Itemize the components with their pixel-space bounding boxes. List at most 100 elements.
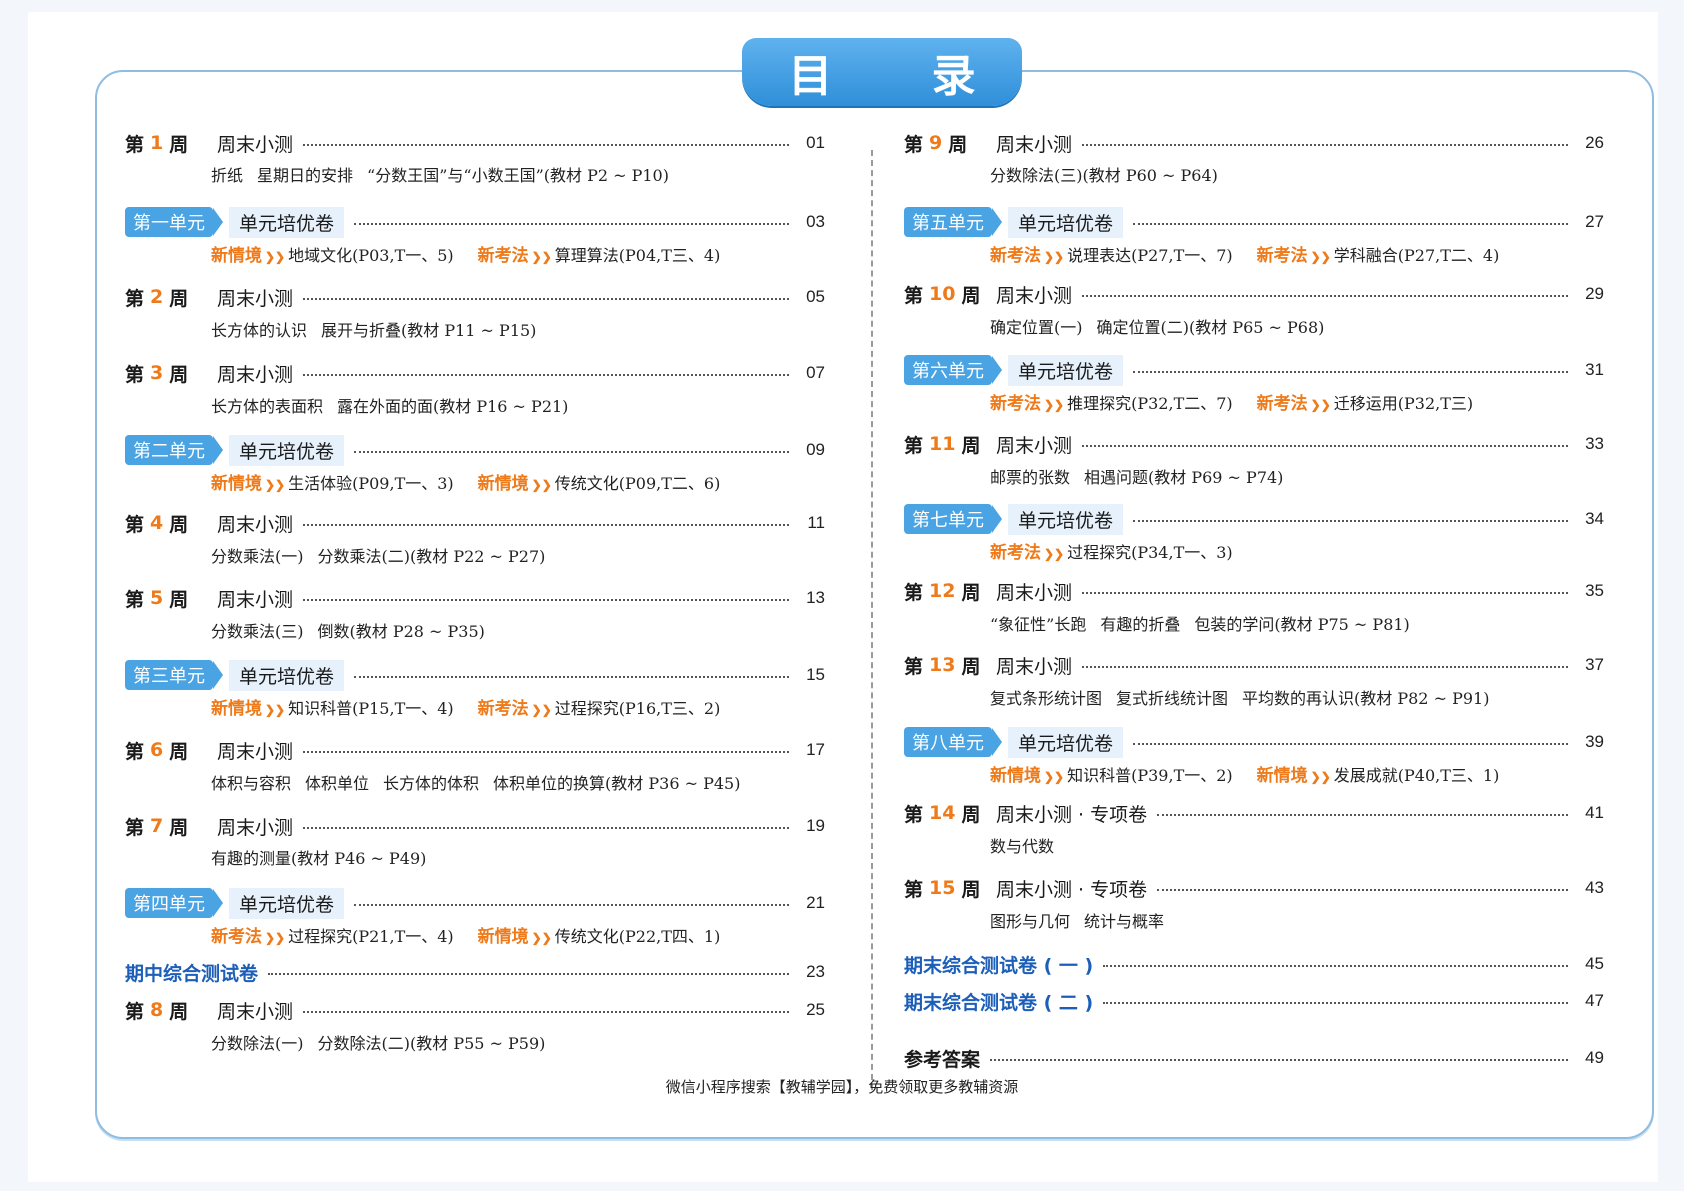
footer-note: 微信小程序搜索【教辅学园】，免费领取更多教辅资源 [665,1078,1019,1096]
feature-tag: 新情境 [211,699,262,719]
feature-detail: 知识科普(P39,T一、2) [1067,766,1233,785]
week-number: 4 [150,512,164,534]
toc-entry-w4[interactable]: 第 4 周周末小测 11 [125,508,825,538]
toc-entry-w3[interactable]: 第 3 周周末小测 07 [125,358,825,388]
week-suffix: 周 [169,1000,189,1023]
feature-detail: 算理算法(P04,T三、4) [554,246,721,265]
page-number: 07 [806,363,825,382]
week-suffix: 周 [961,803,981,826]
toc-entry-u7[interactable]: 第七单元 单元培优卷 34 [904,503,1604,535]
entry-title: 期末综合测试卷 ( 二 ) [904,991,1094,1014]
toc-entry-u3[interactable]: 第三单元 单元培优卷 15 [125,659,825,691]
page-number: 26 [1585,133,1604,152]
column-divider [871,150,873,1090]
leader-dots [1133,223,1568,225]
week-number: 8 [150,999,164,1021]
toc-entry-u8[interactable]: 第八单元 单元培优卷 39 [904,726,1604,758]
subtopic: 统计与概率 [1084,912,1165,931]
toc-entry-u6[interactable]: 第六单元 单元培优卷 31 [904,354,1604,386]
page-number: 49 [1585,1048,1604,1067]
toc-entry-mid[interactable]: 期中综合测试卷 23 [125,957,825,987]
toc-entry-u5[interactable]: 第五单元 单元培优卷 27 [904,206,1604,238]
unit-title: 单元培优卷 [1008,503,1124,535]
toc-entry-w14[interactable]: 第 14 周周末小测 · 专项卷 41 [904,798,1604,828]
entry-subtitle: 体积与容积 体积单位 长方体的体积 体积单位的换算(教材 P36 ~ P45) [211,770,740,796]
week-label: 第7周 [125,813,217,840]
entry-subtitle: 有趣的测量(教材 P46 ~ P49) [211,845,426,871]
week-number: 12 [929,580,956,602]
toc-entry-w8[interactable]: 第 8 周周末小测 25 [125,995,825,1025]
badge-arrow-icon [213,661,223,689]
feature-detail: 知识科普(P15,T一、4) [288,699,454,718]
subtopic: 分数乘法(三) [211,622,304,641]
entry-title: 周末小测 · 专项卷 [996,803,1148,826]
week-number: 11 [929,433,956,455]
toc-entry-u4[interactable]: 第四单元 单元培优卷 21 [125,887,825,919]
toc-entry-w2[interactable]: 第 2 周周末小测 05 [125,282,825,312]
subtopic: 体积单位的换算(教材 P36 ~ P45) [493,774,741,793]
unit-badge: 第一单元 [125,207,213,237]
week-suffix: 周 [948,133,968,156]
feature-tag: 新情境 [211,474,262,494]
feature-tag: 新情境 [1256,766,1308,786]
subtopic: “象征性”长跑 [990,615,1087,634]
feature-tag: 新考法 [990,246,1041,266]
subtopic: 图形与几何 [990,912,1071,931]
toc-entry-w10[interactable]: 第 10 周周末小测 29 [904,279,1604,309]
subtopic: 有趣的测量(教材 P46 ~ P49) [211,849,427,868]
toc-entry-w11[interactable]: 第 11 周周末小测 33 [904,429,1604,459]
entry-subtitle: 分数乘法(三) 倒数(教材 P28 ~ P35) [211,618,485,644]
toc-entry-w6[interactable]: 第 6 周周末小测 17 [125,735,825,765]
entry-title: 参考答案 [904,1048,981,1071]
double-chevron-icon: ❯❯ [265,250,286,264]
entry-subtitle: 新考法 ❯❯ 说理表达(P27,T一、7) 新考法 ❯❯ 学科融合(P27,T二、4) [990,241,1499,267]
subtopic: 确定位置(二)(教材 P65 ~ P68) [1096,318,1325,337]
toc-entry-u1[interactable]: 第一单元 单元培优卷 03 [125,206,825,238]
subtopic: “分数王国”与“小数王国”(教材 P2 ~ P10) [367,166,669,185]
toc-entry-u2[interactable]: 第二单元 单元培优卷 09 [125,434,825,466]
double-chevron-icon: ❯❯ [1044,547,1065,561]
subtopic: 露在外面的面(教材 P16 ~ P21) [337,397,569,416]
feature-detail: 传统文化(P22,T四、1) [554,927,721,946]
toc-entry-w15[interactable]: 第 15 周周末小测 · 专项卷 43 [904,873,1604,903]
subtopic: 展开与折叠(教材 P11 ~ P15) [321,321,537,340]
badge-arrow-icon [213,208,223,236]
leader-dots [990,1059,1568,1061]
leader-dots [303,144,789,146]
subtopic: 复式条形统计图 [990,689,1103,708]
page-number: 11 [807,513,825,532]
week-label: 第8周 [125,997,217,1024]
toc-entry-w13[interactable]: 第 13 周周末小测 37 [904,650,1604,680]
week-prefix: 第 [125,1000,145,1023]
entry-subtitle: 长方体的认识 展开与折叠(教材 P11 ~ P15) [211,317,536,343]
entry-subtitle: 图形与几何 统计与概率 [990,908,1164,934]
subtopic: 长方体的认识 [211,321,308,340]
subtopic: 分数乘法(一) [211,547,304,566]
week-prefix: 第 [904,655,924,678]
page-number: 13 [806,588,825,607]
toc-entry-w7[interactable]: 第 7 周周末小测 19 [125,811,825,841]
toc-entry-w12[interactable]: 第 12 周周末小测 35 [904,576,1604,606]
toc-entry-final2[interactable]: 期末综合测试卷 ( 二 ) 47 [904,986,1604,1016]
subtopic: 长方体的体积 [383,774,480,793]
page-number: 34 [1585,509,1604,528]
toc-entry-w5[interactable]: 第 5 周周末小测 13 [125,583,825,613]
week-label: 第5周 [125,585,217,612]
toc-entry-w9[interactable]: 第 9 周周末小测 26 [904,128,1604,158]
feature-detail: 发展成就(P40,T三、1) [1333,766,1500,785]
toc-entry-final1[interactable]: 期末综合测试卷 ( 一 ) 45 [904,949,1604,979]
toc-entry-answers[interactable]: 参考答案 49 [904,1043,1604,1073]
week-number: 7 [150,815,164,837]
entry-subtitle: 折纸 星期日的安排 “分数王国”与“小数王国”(教材 P2 ~ P10) [211,162,669,188]
page-number: 05 [806,287,825,306]
unit-badge: 第五单元 [904,207,992,237]
double-chevron-icon: ❯❯ [531,478,552,492]
week-label: 第 12 周 [904,578,996,605]
toc-entry-w1[interactable]: 第 1 周周末小测 01 [125,128,825,158]
week-prefix: 第 [904,878,924,901]
entry-subtitle: 复式条形统计图 复式折线统计图 平均数的再认识(教材 P82 ~ P91) [990,685,1489,711]
feature-detail: 说理表达(P27,T一、7) [1067,246,1233,265]
week-number: 5 [150,587,164,609]
leader-dots [1082,592,1568,594]
unit-title: 单元培优卷 [1008,206,1124,238]
